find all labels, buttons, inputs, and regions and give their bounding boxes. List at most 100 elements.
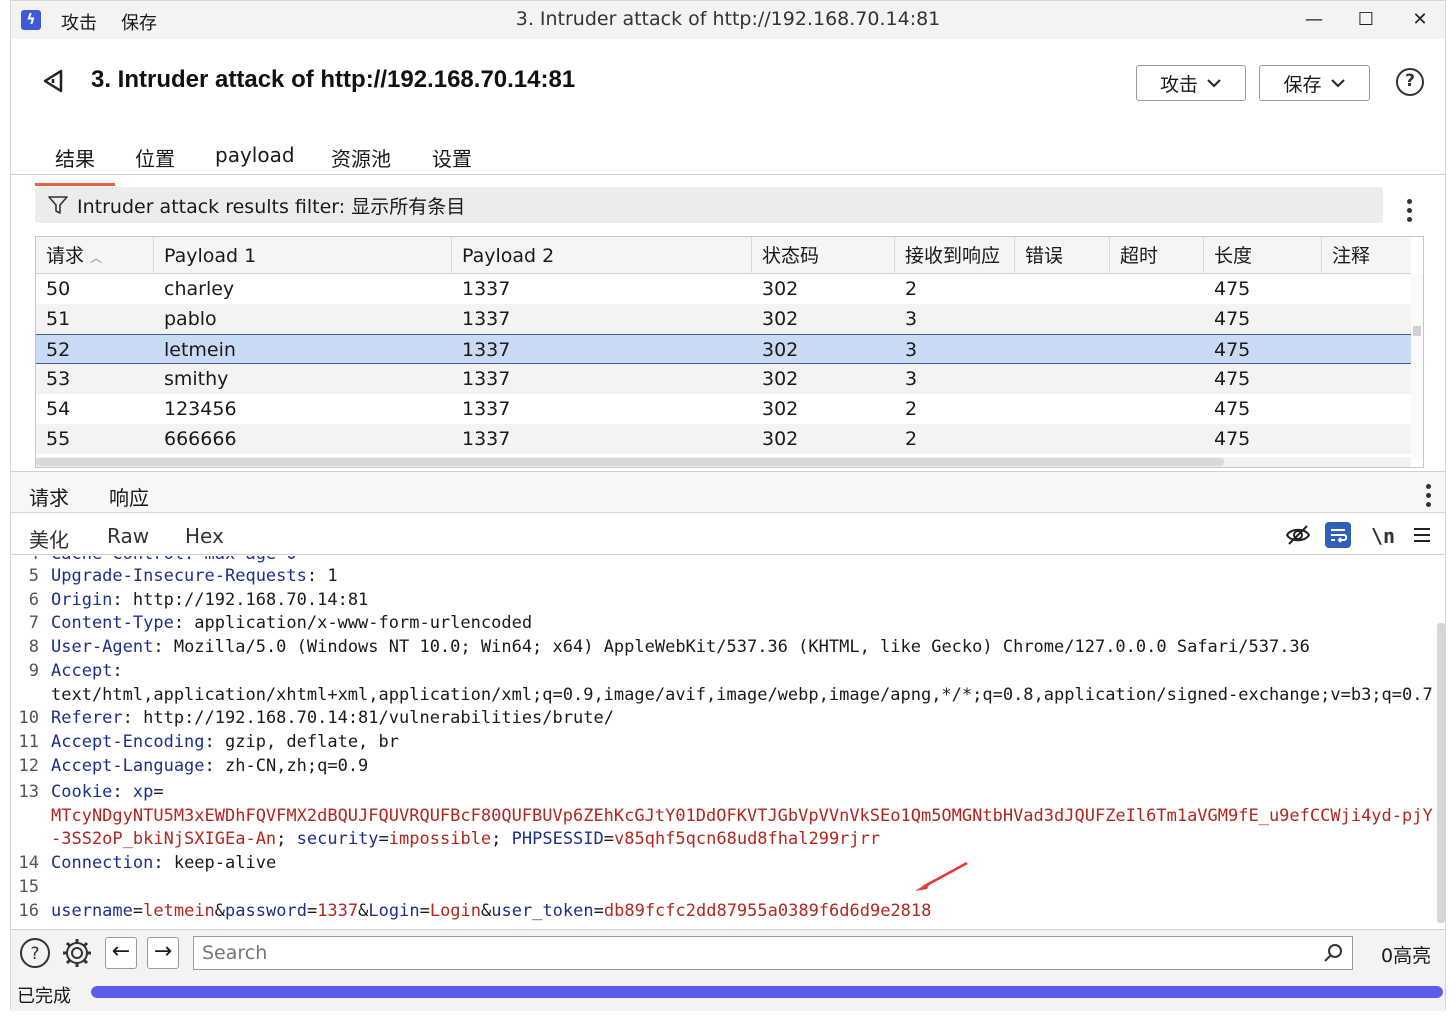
code-line-partial: Cache-Control: max-age=0 <box>51 556 297 564</box>
code-cookie-rest: -3SS2oP_bkiNjSXIGEa-An; security=impossi… <box>51 829 881 849</box>
show-newlines-icon[interactable]: \n <box>1371 524 1395 548</box>
table-horizontal-scrollbar[interactable] <box>36 457 1411 467</box>
table-row[interactable]: 52 letmein 1337 302 3 475 <box>36 334 1411 364</box>
code-line: text/html,application/xhtml+xml,applicat… <box>51 685 1433 705</box>
previous-match-button[interactable]: ← <box>105 937 137 969</box>
progress-fill <box>91 986 1443 998</box>
more-options-icon[interactable] <box>1404 195 1414 226</box>
attack-button[interactable]: 攻击 <box>1136 65 1246 101</box>
tab-payloads[interactable]: payload <box>215 143 295 167</box>
table-cell: 302 <box>762 308 799 330</box>
table-cell: 475 <box>1214 308 1251 330</box>
col-payload2[interactable]: Payload 2 <box>452 237 752 274</box>
message-pane-tabs: 请求 响应 <box>11 471 1445 513</box>
table-cell: 302 <box>762 398 799 420</box>
code-cookie-xp-value: MTcyNDgyNTU5M3xEWDhFQVFMX2dBQUJFQUVRQUFB… <box>51 806 1433 826</box>
table-cell: 475 <box>1214 278 1251 300</box>
table-row[interactable]: 51 pablo 1337 302 3 475 <box>36 304 1411 334</box>
menu-save[interactable]: 保存 <box>121 9 157 35</box>
menu-attack[interactable]: 攻击 <box>61 9 97 35</box>
table-cell: 302 <box>762 278 799 300</box>
table-cell: 1337 <box>462 428 511 450</box>
col-comment[interactable]: 注释 <box>1322 237 1411 274</box>
line-number: 6 <box>28 590 39 610</box>
table-cell: 475 <box>1214 398 1251 420</box>
table-cell: letmein <box>164 339 236 361</box>
col-payload1[interactable]: Payload 1 <box>154 237 452 274</box>
intruder-icon <box>43 69 63 93</box>
table-vertical-scrollbar[interactable] <box>1411 274 1423 459</box>
maximize-icon[interactable]: ☐ <box>1343 5 1389 35</box>
editor-scrollbar[interactable] <box>1437 623 1445 923</box>
help-icon[interactable]: ? <box>1396 68 1424 96</box>
code-line: Origin: http://192.168.70.14:81 <box>51 590 369 610</box>
table-cell: 52 <box>46 339 71 361</box>
table-cell: 1337 <box>462 398 511 420</box>
table-cell: 666666 <box>164 428 237 450</box>
wrap-lines-icon[interactable] <box>1325 522 1351 548</box>
close-icon[interactable]: ✕ <box>1397 5 1443 35</box>
table-row[interactable]: 55 666666 1337 302 2 475 <box>36 424 1411 454</box>
table-cell: 55 <box>46 428 71 450</box>
code-line-cookie: Cookie: xp= <box>51 782 164 802</box>
tab-request[interactable]: 请求 <box>29 482 69 511</box>
status-text: 已完成 <box>17 986 71 1007</box>
request-editor[interactable]: 4 Cache-Control: max-age=0 5Upgrade-Inse… <box>11 556 1433 926</box>
table-cell: charley <box>164 278 235 300</box>
search-icon <box>1324 944 1342 962</box>
tab-response[interactable]: 响应 <box>109 482 149 511</box>
col-status[interactable]: 状态码 <box>752 237 895 274</box>
menu-icon[interactable] <box>1409 522 1435 548</box>
tab-settings[interactable]: 设置 <box>432 143 472 172</box>
filter-icon <box>48 196 68 214</box>
table-cell: 2 <box>905 428 918 450</box>
tab-positions[interactable]: 位置 <box>135 143 175 172</box>
line-number: 12 <box>18 756 39 776</box>
col-error[interactable]: 错误 <box>1015 237 1110 274</box>
table-cell: smithy <box>164 368 229 390</box>
search-field[interactable] <box>193 936 1353 970</box>
intruder-window: ϟ 攻击 保存 3. Intruder attack of http://192… <box>10 0 1446 1011</box>
table-row[interactable]: 53 smithy 1337 302 3 475 <box>36 364 1411 394</box>
view-mode-tabs: 美化 Raw Hex \n <box>11 513 1445 564</box>
table-cell: 3 <box>905 339 918 361</box>
minimize-icon[interactable]: — <box>1291 5 1337 35</box>
tab-resource-pool[interactable]: 资源池 <box>331 143 391 172</box>
table-row[interactable]: 54 123456 1337 302 2 475 <box>36 394 1411 424</box>
highlight-count: 0高亮 <box>1381 945 1432 967</box>
code-line: Referer: http://192.168.70.14:81/vulnera… <box>51 708 614 728</box>
sort-asc-icon: ︿ <box>90 251 103 265</box>
results-filter[interactable]: Intruder attack results filter: 显示所有条目 <box>35 187 1383 223</box>
line-number: 5 <box>28 566 39 586</box>
results-table: 请求 ︿ Payload 1 Payload 2 状态码 接收到响应 错误 超时… <box>35 236 1424 468</box>
help-icon[interactable]: ? <box>19 937 51 969</box>
next-match-button[interactable]: → <box>147 937 179 969</box>
save-button[interactable]: 保存 <box>1259 65 1370 101</box>
pane-more-options-icon[interactable] <box>1423 480 1433 511</box>
table-cell: 1337 <box>462 308 511 330</box>
table-cell: 2 <box>905 278 918 300</box>
gear-icon[interactable] <box>61 937 93 969</box>
tab-hex[interactable]: Hex <box>185 524 224 548</box>
hide-nonprintable-icon[interactable] <box>1285 522 1311 548</box>
tab-pretty[interactable]: 美化 <box>11 524 87 564</box>
table-cell: 302 <box>762 339 799 361</box>
code-line: Upgrade-Insecure-Requests: 1 <box>51 566 338 586</box>
line-number: 9 <box>28 661 39 681</box>
col-request[interactable]: 请求 ︿ <box>36 237 154 274</box>
title-bar: ϟ 攻击 保存 3. Intruder attack of http://192… <box>11 1 1445 39</box>
tab-results[interactable]: 结果 <box>35 143 115 186</box>
col-response-received[interactable]: 接收到响应 <box>895 237 1015 274</box>
col-length[interactable]: 长度 <box>1204 237 1322 274</box>
table-cell: 2 <box>905 398 918 420</box>
table-cell: 475 <box>1214 368 1251 390</box>
chevron-down-icon <box>1330 79 1345 88</box>
status-bar: 已完成 <box>11 975 1445 1011</box>
tab-raw[interactable]: Raw <box>107 524 149 548</box>
col-timeout[interactable]: 超时 <box>1110 237 1204 274</box>
search-input[interactable] <box>194 937 1294 969</box>
attack-button-label: 攻击 <box>1159 73 1198 96</box>
table-row[interactable]: 50 charley 1337 302 2 475 <box>36 274 1411 304</box>
table-cell: 1337 <box>462 278 511 300</box>
code-line: Accept: <box>51 661 123 681</box>
